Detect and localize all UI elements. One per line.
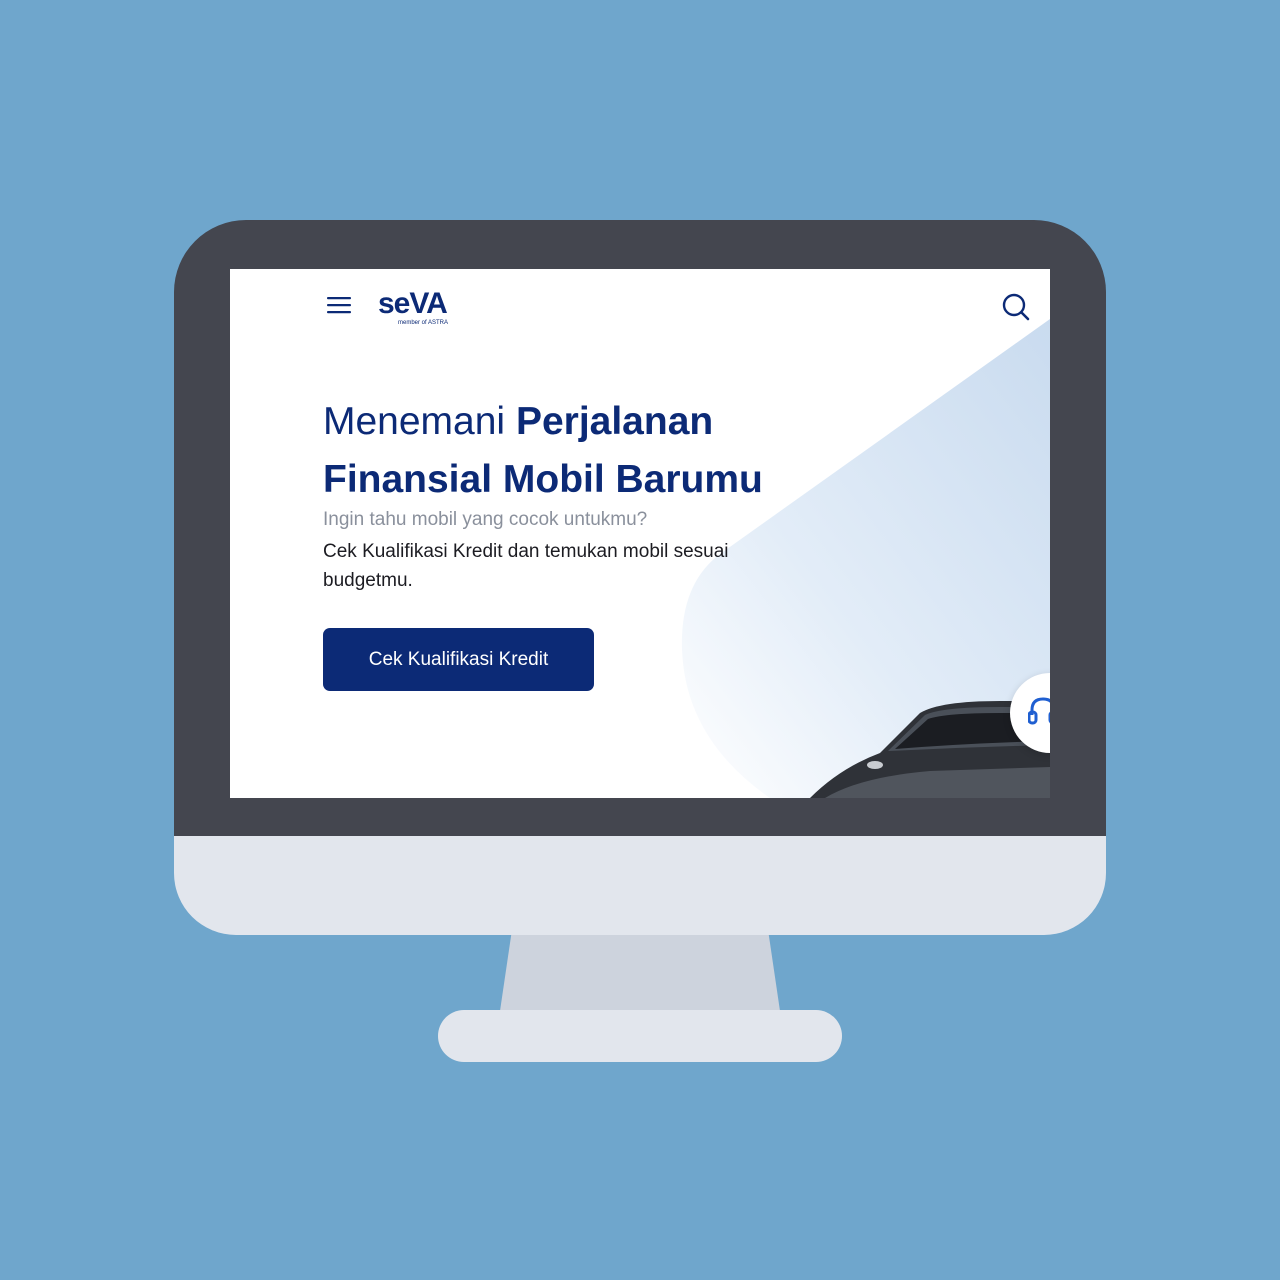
hero-subtitle-body: Cek Kualifikasi Kredit dan temukan mobil… xyxy=(323,541,729,591)
headline-bold-text-2: Finansial Mobil Barumu xyxy=(323,458,763,501)
headline-light-text: Menemani xyxy=(323,400,516,443)
hamburger-menu-icon[interactable] xyxy=(327,295,353,315)
browser-screen: seVA member of ASTRA Menemani Perjalanan… xyxy=(230,269,1050,798)
hero-subtitle-question: Ingin tahu mobil yang cocok untukmu? xyxy=(323,509,648,530)
monitor-stand-neck xyxy=(500,935,780,1011)
monitor-chin xyxy=(174,836,1106,935)
seva-logo[interactable]: seVA member of ASTRA xyxy=(378,287,458,331)
headline-bold-text-1: Perjalanan xyxy=(515,400,714,443)
logo-subtext: member of ASTRA xyxy=(398,320,449,326)
logo-text: seVA xyxy=(378,287,448,320)
car-image xyxy=(810,701,1050,798)
hero-headline: Menemani Perjalanan Finansial Mobil Baru… xyxy=(323,393,843,509)
search-icon[interactable] xyxy=(1001,292,1031,322)
headset-icon xyxy=(1028,697,1050,725)
monitor-stand-base xyxy=(438,1010,842,1062)
cek-kualifikasi-kredit-button[interactable]: Cek Kualifikasi Kredit xyxy=(323,628,594,691)
